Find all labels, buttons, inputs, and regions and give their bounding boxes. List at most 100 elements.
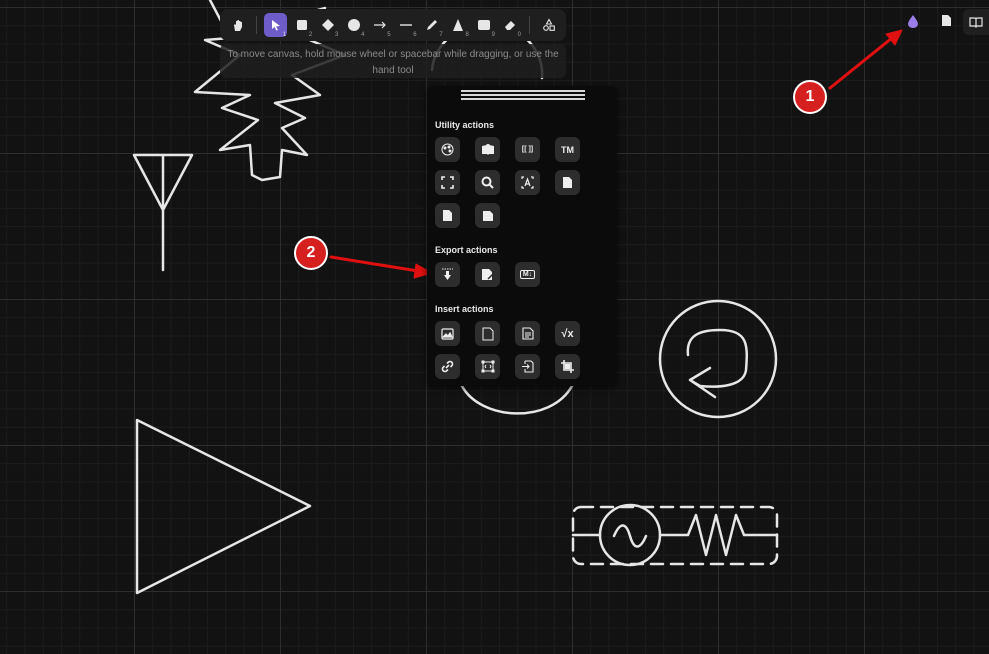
circle-bottom-shape [460, 384, 574, 415]
fullscreen-icon [441, 176, 454, 189]
hand-tool-button[interactable] [226, 13, 249, 37]
text-icon [453, 19, 464, 31]
obsidian-tools-panel: Utility actions [[ ]] TM Export actions … [427, 86, 617, 386]
panel-drag-handle[interactable] [461, 90, 585, 102]
brackets-icon: [[ ]] [521, 146, 534, 153]
ellipse-icon [347, 19, 360, 31]
drop-icon [908, 15, 918, 28]
insert-import-button[interactable] [515, 354, 540, 379]
crop-button[interactable] [555, 354, 580, 379]
image-tool-button[interactable]: 9 [473, 13, 496, 38]
file-icon [563, 177, 572, 188]
rectangle-icon [296, 20, 307, 30]
brackets-button[interactable]: [[ ]] [515, 137, 540, 162]
line-tool-button[interactable]: 6 [395, 13, 418, 38]
insert-actions-title: Insert actions [435, 304, 494, 314]
shortcut-number: 7 [439, 32, 443, 38]
pencil-tool-button[interactable]: 7 [421, 13, 444, 38]
ocr-button[interactable] [515, 170, 540, 195]
markdown-icon: M↓ [519, 270, 536, 279]
selection-tool-button[interactable]: 1 [264, 13, 288, 38]
export-actions-title: Export actions [435, 245, 498, 255]
canvas-hint: To move canvas, hold mouse wheel or spac… [220, 44, 566, 78]
embed-icon [481, 360, 494, 373]
insert-link-button[interactable] [435, 354, 460, 379]
link-icon [441, 360, 454, 373]
toolbar-separator [529, 16, 530, 34]
trademark-button[interactable]: TM [555, 137, 580, 162]
file-button[interactable] [555, 170, 580, 195]
antenna-shape [132, 153, 194, 272]
arrow-icon [373, 21, 386, 29]
file-button[interactable] [475, 203, 500, 228]
shortcut-number: 3 [335, 32, 339, 38]
file-icon [942, 15, 951, 26]
insert-document-button[interactable] [515, 321, 540, 346]
annotation-badge-2: 2 [294, 236, 328, 270]
image-icon [478, 20, 491, 30]
shortcut-number: 4 [361, 32, 365, 38]
library-toggle-button[interactable] [963, 9, 989, 35]
save-as-button[interactable] [475, 262, 500, 287]
line-icon [400, 24, 413, 26]
theme-toggle-button[interactable] [907, 14, 919, 33]
trademark-icon: TM [561, 144, 574, 155]
download-icon [442, 268, 453, 280]
insert-embed-button[interactable] [475, 354, 500, 379]
insert-image-button[interactable] [435, 321, 460, 346]
file-button[interactable] [435, 203, 460, 228]
sine-wave [612, 524, 648, 548]
search-icon [481, 176, 494, 189]
insert-latex-button[interactable]: √x [555, 321, 580, 346]
book-icon [481, 144, 494, 155]
main-toolbar: 1 2 3 4 5 6 7 8 9 0 [220, 9, 566, 41]
rectangle-tool-button[interactable]: 2 [290, 13, 313, 38]
fullscreen-button[interactable] [435, 170, 460, 195]
script-book-button[interactable] [475, 137, 500, 162]
ellipse-tool-button[interactable]: 4 [342, 13, 365, 38]
shortcut-number: 0 [517, 32, 521, 38]
annotation-arrow-1 [828, 36, 894, 90]
file-icon [482, 210, 493, 221]
selection-icon [271, 20, 280, 31]
file-menu-button[interactable] [941, 14, 952, 32]
download-button[interactable] [435, 262, 460, 287]
file-icon [443, 210, 452, 221]
palette-icon [441, 143, 454, 156]
open-book-icon [969, 17, 983, 28]
text-tool-button[interactable]: 8 [447, 13, 470, 38]
toolbar-separator [256, 16, 258, 34]
palette-button[interactable] [435, 137, 460, 162]
diamond-tool-button[interactable]: 3 [316, 13, 339, 38]
annotation-badge-1: 1 [793, 80, 827, 114]
shapes-library-icon [542, 18, 555, 31]
shortcut-number: 8 [465, 32, 469, 38]
eraser-tool-button[interactable]: 0 [499, 13, 522, 38]
diamond-icon [321, 19, 334, 31]
save-as-icon [482, 269, 494, 280]
eraser-icon [505, 21, 516, 30]
document-icon [521, 327, 534, 340]
crop-icon [561, 360, 574, 373]
utility-actions-title: Utility actions [435, 120, 495, 130]
ocr-icon [521, 176, 534, 189]
shapes-library-button[interactable] [537, 13, 560, 37]
markdown-button[interactable]: M↓ [515, 262, 540, 287]
shortcut-number: 5 [387, 32, 391, 38]
arrow-tool-button[interactable]: 5 [368, 13, 391, 38]
insert-pdf-button[interactable] [475, 321, 500, 346]
pencil-icon [427, 20, 438, 30]
annotation-arrow-2 [329, 255, 420, 273]
pdf-icon [482, 327, 493, 340]
latex-icon: √x [561, 327, 574, 340]
hand-icon [233, 20, 242, 31]
shortcut-number: 6 [413, 32, 417, 38]
shortcut-number: 1 [282, 32, 287, 38]
loop-circle [658, 299, 778, 419]
image-icon [441, 327, 454, 340]
loop-arrow [686, 328, 749, 399]
search-button[interactable] [475, 170, 500, 195]
shortcut-number: 9 [491, 32, 495, 38]
shortcut-number: 2 [308, 32, 313, 38]
import-icon [522, 360, 534, 373]
